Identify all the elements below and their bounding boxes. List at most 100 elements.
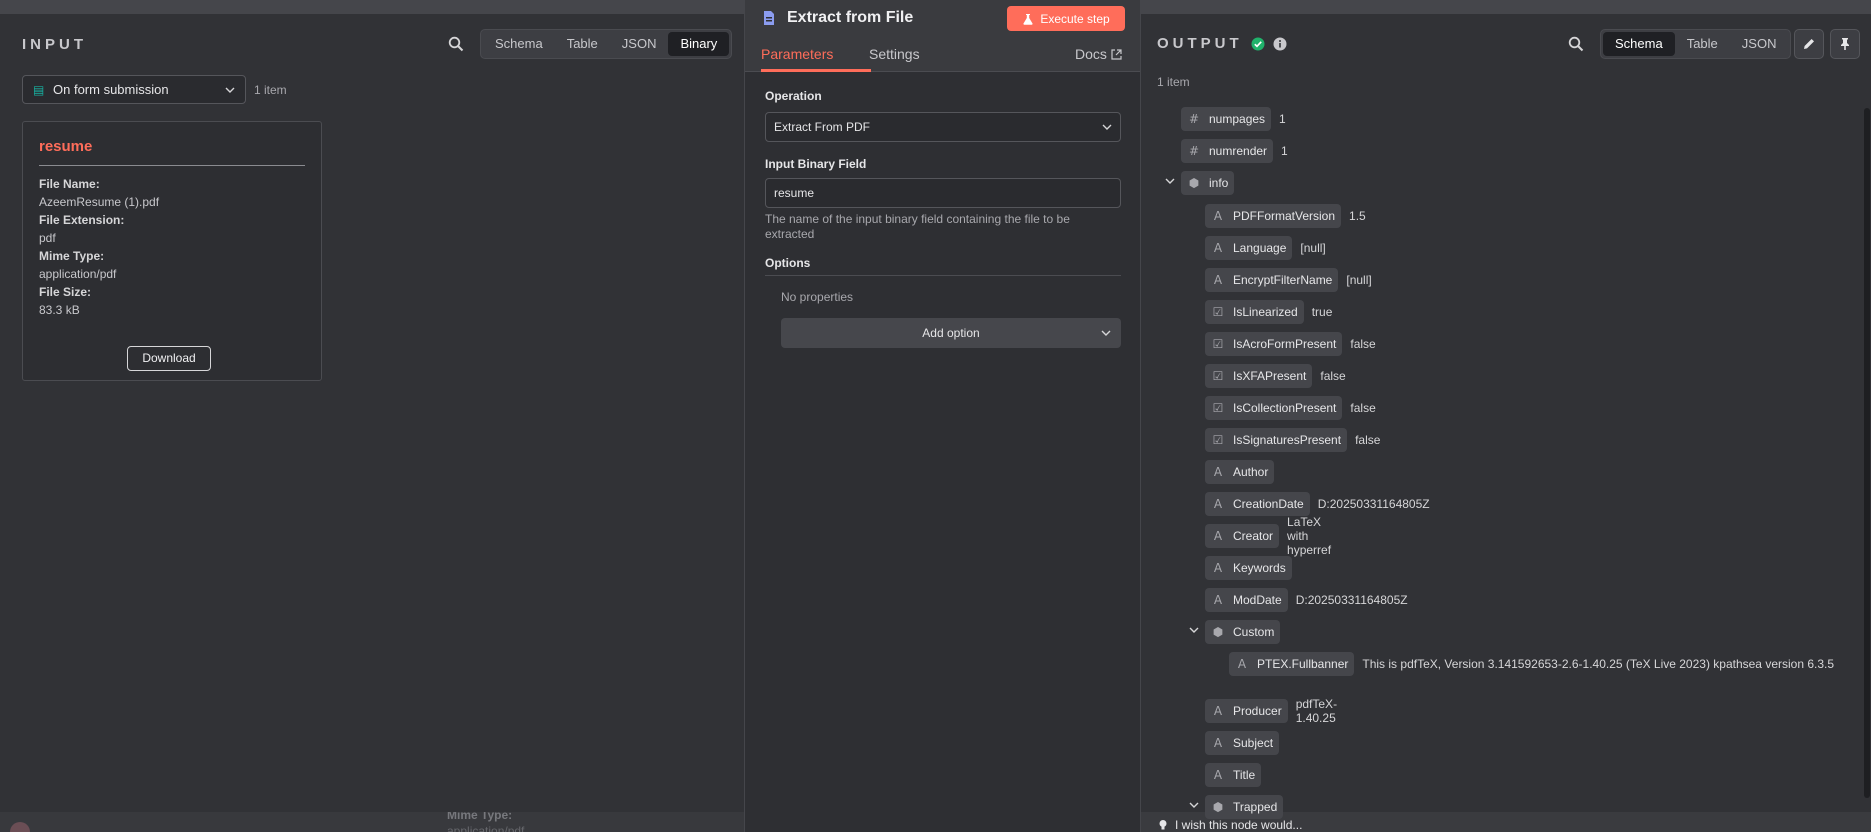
schema-key-pill[interactable]: A PTEX.Fullbanner xyxy=(1229,652,1355,676)
no-properties-text: No properties xyxy=(781,290,854,304)
boolean-type-icon: ☑ xyxy=(1212,433,1224,447)
info-icon[interactable] xyxy=(1273,37,1287,51)
search-icon[interactable] xyxy=(448,36,464,52)
chevron-down-icon[interactable] xyxy=(1189,625,1199,635)
mime-type-label: Mime Type: xyxy=(39,249,105,263)
string-type-icon: A xyxy=(1213,529,1223,543)
schema-row-issignaturespresent: ☑ IsSignaturesPresent false xyxy=(1205,428,1380,452)
tab-parameters[interactable]: Parameters xyxy=(761,46,833,62)
schema-key: IsCollectionPresent xyxy=(1233,401,1337,415)
active-tab-indicator xyxy=(761,69,871,72)
schema-row-subject: A Subject xyxy=(1205,731,1280,755)
output-panel: OUTPUT Schema Table JSON 1 item # numpage… xyxy=(1141,14,1871,819)
pencil-icon xyxy=(1804,39,1814,49)
chevron-down-icon xyxy=(1101,330,1111,336)
pin-data-button[interactable] xyxy=(1830,29,1860,59)
string-type-icon: A xyxy=(1213,465,1223,479)
schema-key: PTEX.Fullbanner xyxy=(1257,657,1349,671)
add-option-button[interactable]: Add option xyxy=(781,318,1121,348)
number-type-icon: # xyxy=(1188,112,1200,126)
download-button[interactable]: Download xyxy=(127,346,211,371)
schema-key: numrender xyxy=(1209,144,1268,158)
output-view-switcher: Schema Table JSON xyxy=(1600,29,1792,59)
chevron-down-icon[interactable] xyxy=(1165,176,1175,186)
schema-row-producer: A Producer pdfTeX-1.40.25 xyxy=(1205,697,1337,725)
tab-table[interactable]: Table xyxy=(1675,32,1730,56)
schema-key-pill[interactable]: ☑ IsLinearized xyxy=(1205,300,1304,324)
binary-field-input[interactable]: resume xyxy=(765,178,1121,208)
schema-key-pill[interactable]: ☑ IsCollectionPresent xyxy=(1205,396,1343,420)
schema-value: true xyxy=(1311,305,1333,319)
schema-key-pill[interactable]: A Keywords xyxy=(1205,556,1292,580)
file-extension-label: File Extension: xyxy=(39,213,125,227)
schema-row-encryptfiltername: A EncryptFilterName [null] xyxy=(1205,268,1372,292)
schema-key: Producer xyxy=(1233,704,1282,718)
flask-icon xyxy=(1023,13,1033,25)
tab-schema[interactable]: Schema xyxy=(483,32,555,56)
schema-key-pill[interactable]: A CreationDate xyxy=(1205,492,1310,516)
schema-value: false xyxy=(1350,401,1376,415)
schema-key-pill[interactable]: # numrender xyxy=(1181,139,1274,163)
schema-key-pill[interactable]: ☑ IsAcroFormPresent xyxy=(1205,332,1343,356)
file-extension-value: pdf xyxy=(39,231,56,245)
schema-key-pill[interactable]: A Title xyxy=(1205,763,1262,787)
chevron-down-icon[interactable] xyxy=(1189,800,1199,810)
schema-row-info: ⬢ info xyxy=(1165,171,1235,195)
schema-key: info xyxy=(1209,176,1229,190)
schema-key-pill[interactable]: A PDFFormatVersion xyxy=(1205,204,1342,228)
schema-key-pill[interactable]: ⬢ Custom xyxy=(1205,620,1281,644)
schema-key-pill[interactable]: A Subject xyxy=(1205,731,1280,755)
schema-key: Title xyxy=(1233,768,1256,782)
schema-key-pill[interactable]: A EncryptFilterName xyxy=(1205,268,1339,292)
tab-json[interactable]: JSON xyxy=(610,32,669,56)
node-header: Extract from File Execute step Parameter… xyxy=(745,0,1140,72)
mime-type-value: application/pdf xyxy=(39,267,117,281)
schema-key-pill[interactable]: ☑ IsSignaturesPresent xyxy=(1205,428,1348,452)
schema-key-pill[interactable]: # numpages xyxy=(1181,107,1272,131)
execute-step-label: Execute step xyxy=(1040,11,1110,26)
schema-value: false xyxy=(1320,369,1346,383)
binary-name: resume xyxy=(39,138,305,166)
tab-table[interactable]: Table xyxy=(555,32,610,56)
chevron-down-icon xyxy=(1102,124,1112,130)
schema-key: Language xyxy=(1233,241,1287,255)
string-type-icon: A xyxy=(1213,704,1223,718)
output-scrollbar[interactable] xyxy=(1864,108,1870,798)
schema-value: false xyxy=(1350,337,1376,351)
schema-key-pill[interactable]: ☑ IsXFAPresent xyxy=(1205,364,1313,388)
tab-settings[interactable]: Settings xyxy=(869,46,920,62)
string-type-icon: A xyxy=(1237,657,1247,671)
schema-row-moddate: A ModDate D:20250331164805Z xyxy=(1205,588,1408,612)
schema-key-pill[interactable]: A Producer xyxy=(1205,699,1288,723)
source-node-select[interactable]: ▤ On form submission xyxy=(22,75,246,104)
operation-value: Extract From PDF xyxy=(774,120,871,134)
execute-step-button[interactable]: Execute step xyxy=(1007,6,1125,31)
feedback-link[interactable]: I wish this node would... xyxy=(1157,818,1302,832)
schema-key-pill[interactable]: ⬢ info xyxy=(1181,171,1235,195)
schema-key-pill[interactable]: A Author xyxy=(1205,460,1275,484)
number-type-icon: # xyxy=(1188,144,1200,158)
tab-schema[interactable]: Schema xyxy=(1603,32,1675,56)
schema-key: EncryptFilterName xyxy=(1233,273,1333,287)
feedback-label: I wish this node would... xyxy=(1175,818,1303,832)
schema-key-pill[interactable]: A Language xyxy=(1205,236,1293,260)
canvas-bottom-strip xyxy=(0,812,745,832)
chevron-down-icon xyxy=(225,87,235,93)
input-item-count: 1 item xyxy=(254,83,287,97)
docs-link[interactable]: Docs xyxy=(1075,46,1122,62)
string-type-icon: A xyxy=(1213,561,1223,575)
string-type-icon: A xyxy=(1213,593,1223,607)
search-icon[interactable] xyxy=(1568,36,1584,52)
schema-key-pill[interactable]: A ModDate xyxy=(1205,588,1288,612)
schema-row-ptex-fullbanner: A PTEX.Fullbanner This is pdfTeX, Version … xyxy=(1229,652,1842,676)
operation-select[interactable]: Extract From PDF xyxy=(765,112,1121,142)
file-name-label: File Name: xyxy=(39,177,100,191)
schema-value: [null] xyxy=(1346,273,1372,287)
schema-key-pill[interactable]: A Creator xyxy=(1205,524,1280,548)
success-check-icon xyxy=(1251,37,1265,50)
schema-key-pill[interactable]: ⬢ Trapped xyxy=(1205,795,1284,819)
schema-value: 1 xyxy=(1279,112,1286,126)
edit-output-button[interactable] xyxy=(1794,29,1824,59)
tab-json[interactable]: JSON xyxy=(1730,32,1789,56)
tab-binary[interactable]: Binary xyxy=(668,32,730,56)
